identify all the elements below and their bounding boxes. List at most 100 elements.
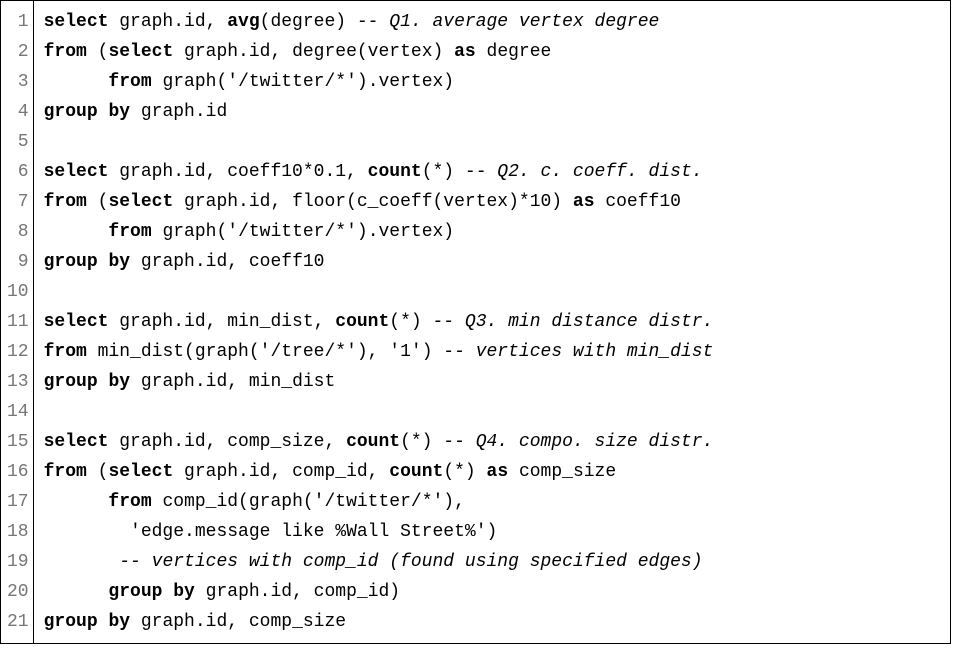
line-number: 4 [7,97,29,127]
code-line: -- vertices with comp_id (found using sp… [44,547,942,577]
code-token: as [487,462,509,482]
code-token: comp_id(graph( [152,492,314,512]
line-number: 2 [7,37,29,67]
code-line: from (select graph.id, floor(c_coeff(ver… [44,187,942,217]
code-token [44,132,55,152]
code-token: from [108,72,151,92]
code-token: ), [443,492,465,512]
line-number: 10 [7,277,29,307]
code-token: graph.id, comp_id) [195,582,400,602]
code-token: (degree) [260,12,357,32]
code-token [44,402,55,422]
line-number-gutter: 123456789101112131415161718192021 [1,1,34,643]
line-number: 13 [7,367,29,397]
code-token: graph.id, comp_id, [173,462,389,482]
code-token [44,222,109,242]
code-token: graph.id, coeff10*0.1, [108,162,367,182]
code-token: degree [476,42,552,62]
code-token: -- Q1. average vertex degree [357,12,659,32]
code-line: from (select graph.id, degree(vertex) as… [44,37,942,67]
code-token: by [173,582,195,602]
code-token: ( [87,462,109,482]
code-token [98,372,109,392]
code-token: -- vertices with min_dist [443,342,713,362]
code-token [162,582,173,602]
code-line: group by graph.id, comp_size [44,607,942,637]
code-token [98,102,109,122]
code-line: from comp_id(graph('/twitter/*'), [44,487,942,517]
code-token: select [44,12,109,32]
code-token: from [108,492,151,512]
code-token: '/twitter/*' [227,222,357,242]
code-token: graph.id, min_dist [130,372,335,392]
code-token: select [108,462,173,482]
code-token: -- vertices with comp_id (found using sp… [119,552,702,572]
code-token: coeff10 [595,192,681,212]
code-line: from min_dist(graph('/tree/*'), '1') -- … [44,337,942,367]
code-token: by [108,252,130,272]
code-token: ).vertex) [357,72,454,92]
code-token: as [573,192,595,212]
code-token: select [44,432,109,452]
code-token: min_dist(graph( [87,342,260,362]
code-line: group by graph.id [44,97,942,127]
code-line: from graph('/twitter/*').vertex) [44,67,942,97]
code-token [44,522,130,542]
code-token: select [108,192,173,212]
code-token: graph( [152,72,228,92]
code-token: from [44,462,87,482]
line-number: 1 [7,7,29,37]
code-token: graph.id, floor(c_coeff(vertex)*10) [173,192,573,212]
line-number: 21 [7,607,29,637]
code-token: 'edge.message like %Wall Street%' [130,522,486,542]
line-number: 8 [7,217,29,247]
code-token: (*) [443,462,486,482]
code-token: (*) [422,162,465,182]
code-token: (*) [400,432,443,452]
line-number: 7 [7,187,29,217]
line-number: 17 [7,487,29,517]
code-token: '/twitter/*' [227,72,357,92]
code-token: by [108,612,130,632]
code-line: 'edge.message like %Wall Street%') [44,517,942,547]
line-number: 6 [7,157,29,187]
line-number: 20 [7,577,29,607]
code-token: graph.id, comp_size [130,612,346,632]
code-token: graph.id, [108,12,227,32]
code-token: by [108,372,130,392]
code-token: comp_size [508,462,616,482]
code-token: group [44,252,98,272]
code-line: select graph.id, comp_size, count(*) -- … [44,427,942,457]
code-token [44,72,109,92]
code-line [44,397,942,427]
line-number: 18 [7,517,29,547]
code-token: count [389,462,443,482]
code-token: graph.id, min_dist, [108,312,335,332]
line-number: 11 [7,307,29,337]
line-number: 14 [7,397,29,427]
code-token: graph.id, comp_size, [108,432,346,452]
line-number: 12 [7,337,29,367]
code-line: select graph.id, avg(degree) -- Q1. aver… [44,7,942,37]
line-number: 5 [7,127,29,157]
code-line: group by graph.id, coeff10 [44,247,942,277]
code-token: count [335,312,389,332]
code-line [44,127,942,157]
code-area: select graph.id, avg(degree) -- Q1. aver… [34,1,950,643]
code-token: from [44,42,87,62]
code-token: count [368,162,422,182]
code-token: group [44,372,98,392]
code-token: '/tree/*' [260,342,357,362]
line-number: 19 [7,547,29,577]
code-token [44,552,120,572]
code-token: ), [357,342,389,362]
code-token: from [108,222,151,242]
code-token: graph.id [130,102,227,122]
code-token: select [108,42,173,62]
code-token: ( [87,42,109,62]
line-number: 9 [7,247,29,277]
code-token: graph( [152,222,228,242]
code-line [44,277,942,307]
code-token [98,612,109,632]
code-token: from [44,342,87,362]
